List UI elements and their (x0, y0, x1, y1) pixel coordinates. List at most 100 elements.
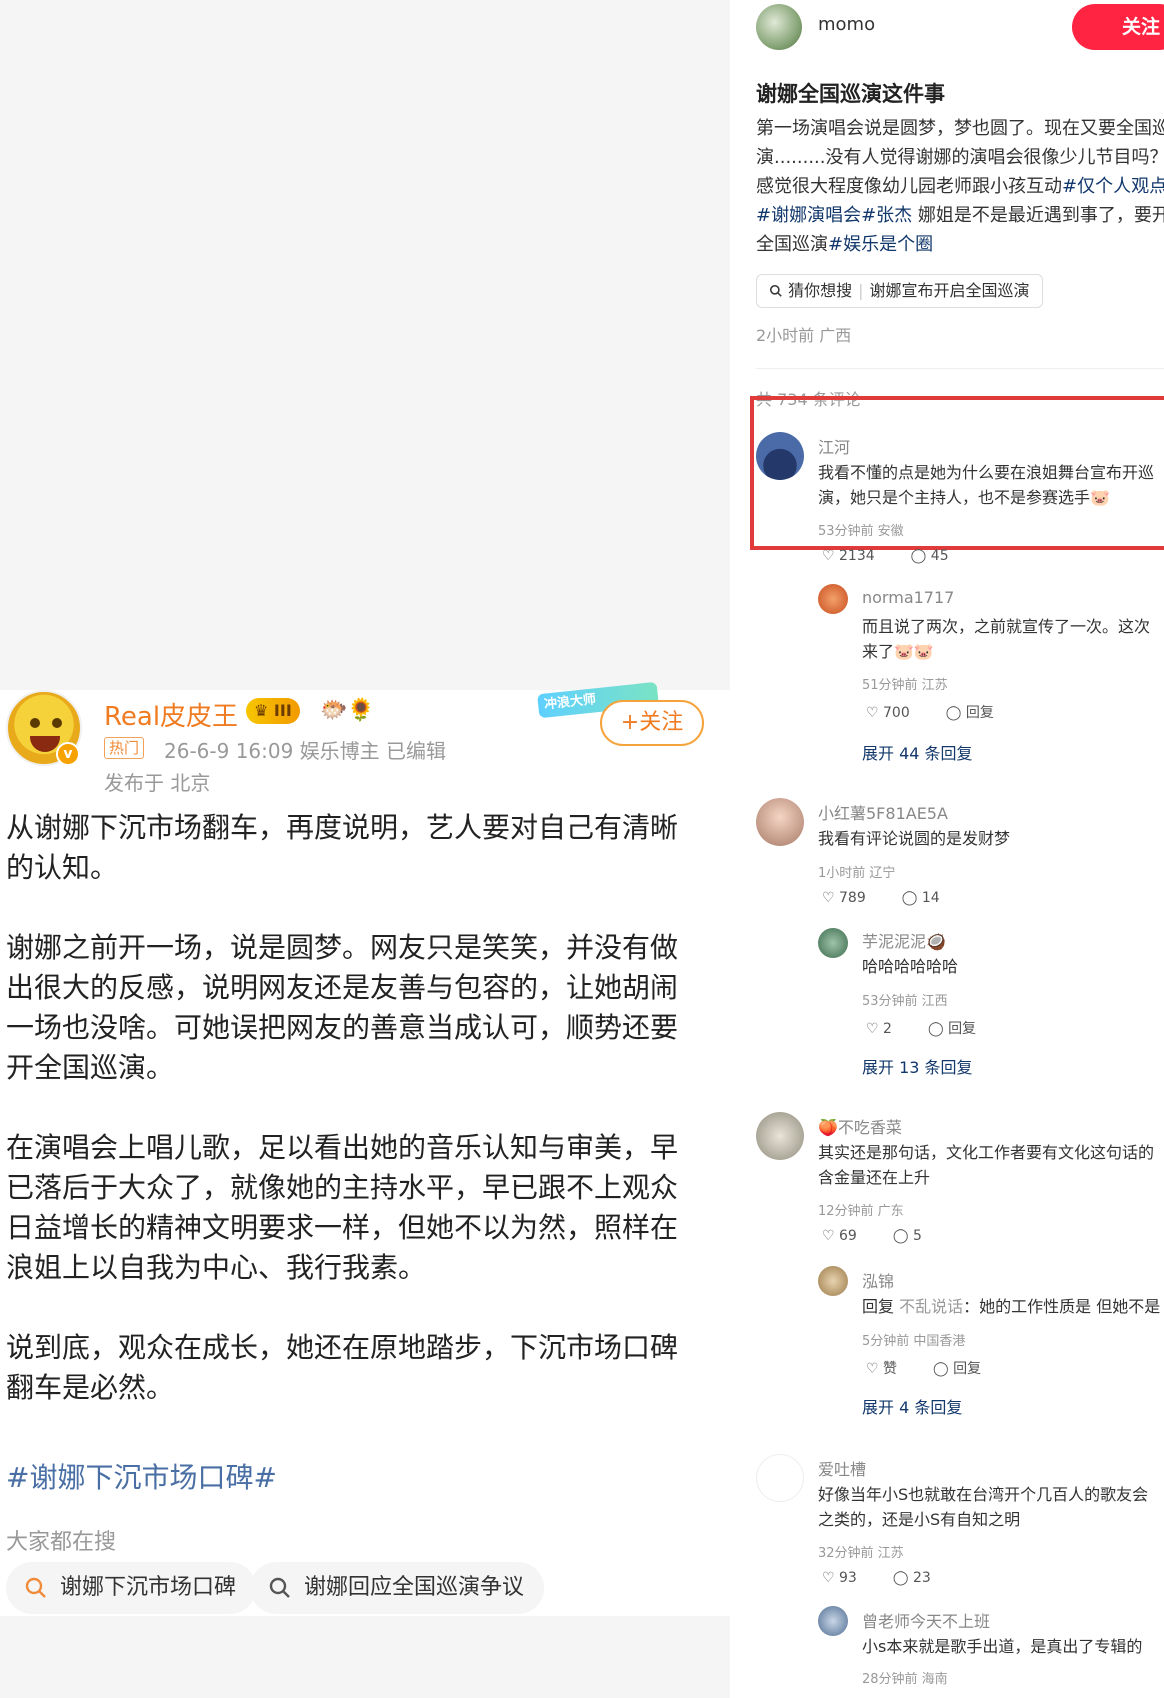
commenter-avatar[interactable] (818, 584, 848, 614)
hot-tag: 热门 (104, 737, 145, 759)
post-paragraph: 从谢娜下沉市场翻车，再度说明，艺人要对自己有清晰的认知。 (6, 811, 679, 884)
comment-text: 哈哈哈哈哈哈 (862, 957, 959, 976)
reply-count: 回复 (948, 1021, 977, 1037)
comment-meta: 51分钟前 江苏 (862, 678, 948, 693)
search-icon (269, 1577, 290, 1598)
comment-actions: ♡ 2 ◯ 回复 (866, 1018, 1012, 1038)
hashtag-link[interactable]: #谢娜下沉市场口碑# (6, 1456, 277, 1496)
like-count: 2134 (839, 548, 875, 564)
xhs-panel: momo 关注 谢娜全国巡演这件事 第一场演唱会说是圆梦，梦也圆了。现在又要全国… (730, 0, 1164, 1698)
commenter-avatar[interactable] (756, 798, 804, 846)
reply-button[interactable]: ◯ 回复 (933, 1361, 999, 1377)
trending-search-title: 大家都在搜 (6, 1530, 117, 1555)
commenter-name[interactable]: 曾老师今天不上班 (862, 1608, 990, 1632)
comment-meta: 5分钟前 中国香港 (862, 1334, 966, 1349)
note-hashtag[interactable]: #谢娜演唱会 (756, 205, 861, 226)
comment-actions: ♡ 93 ◯ 23 (822, 1570, 967, 1586)
commenter-name[interactable]: 🍑不吃香菜 (818, 1114, 902, 1138)
weibo-username[interactable]: Real皮皮王 (104, 696, 238, 733)
highlight-box (750, 396, 1164, 550)
like-button[interactable]: ♡ 789 (822, 890, 884, 906)
post-time-location: 2小时前 广西 (756, 326, 852, 345)
post-paragraph: 谢娜之前开一场，说是圆梦。网友只是笑笑，并没有做出很大的反感，说明网友还是友善与… (6, 931, 679, 1084)
note-content: 第一场演唱会说是圆梦，梦也圆了。现在又要全国巡演.........没有人觉得谢娜… (756, 114, 1164, 259)
expand-replies-link[interactable]: 展开 13 条回复 (862, 1054, 973, 1078)
like-button[interactable]: ♡ 69 (822, 1228, 875, 1244)
comment-actions: ♡ 69 ◯ 5 (822, 1228, 958, 1244)
avatar-eye (52, 718, 62, 728)
expand-replies-link[interactable]: 展开 4 条回复 (862, 1394, 962, 1418)
note-hashtag[interactable]: #仅个人观点 (1062, 176, 1164, 197)
guess-query: 谢娜宣布开启全国巡演 (869, 281, 1030, 300)
search-chip-label: 谢娜回应全国巡演争议 (304, 1575, 525, 1600)
note-hashtag[interactable]: #娱乐是个圈 (828, 234, 933, 255)
comment-text: 好像当年小S也就敢在台湾开个几百人的歌友会之类的，还是小S有自知之明 (818, 1485, 1149, 1529)
like-button[interactable]: ♡ 2134 (822, 548, 893, 564)
like-count: 2 (883, 1021, 892, 1037)
comment-text: 小s本来就是歌手出道，是真出了专辑的 (862, 1637, 1143, 1656)
comment-meta: 28分钟前 海南 (862, 1672, 948, 1687)
search-icon (769, 284, 782, 297)
like-count: 700 (883, 705, 910, 721)
commenter-avatar[interactable] (818, 1606, 848, 1636)
reply-count: 回复 (965, 705, 994, 721)
comment-actions: ♡ 2134 ◯ 45 (822, 548, 985, 564)
comment-text: 回复 不乱说话：她的工作性质是 但她不是 (862, 1294, 1162, 1319)
search-chip[interactable]: 谢娜下沉市场口碑 (6, 1562, 257, 1614)
search-chip-label: 谢娜下沉市场口碑 (60, 1575, 237, 1600)
like-count: 789 (839, 890, 866, 906)
comment-actions: ♡ 789 ◯ 14 (822, 890, 976, 906)
commenter-name[interactable]: norma1717 (862, 588, 954, 607)
commenter-name[interactable]: 爱吐槽 (818, 1456, 866, 1480)
commenter-name[interactable]: 芋泥泥泥🥥 (862, 928, 946, 952)
reply-count: 14 (921, 890, 940, 906)
hot-search-icon (25, 1577, 46, 1598)
reply-button[interactable]: ◯ 回复 (928, 1021, 994, 1037)
reply-count: 回复 (953, 1361, 982, 1377)
like-button[interactable]: ♡ 700 (866, 705, 928, 721)
expand-replies-link[interactable]: 展开 44 条回复 (862, 740, 973, 764)
commenter-avatar[interactable] (818, 928, 848, 958)
comment-actions: ♡ 700 ◯ 回复 (866, 702, 1030, 722)
reply-button[interactable]: ◯ 5 (893, 1228, 940, 1244)
reply-count: 45 (930, 548, 949, 564)
comment-text: 而且说了两次，之前就宣传了一次。这次来了🐷🐷 (862, 617, 1151, 661)
avatar[interactable] (756, 4, 802, 50)
reply-prefix: 回复 (862, 1297, 900, 1316)
post-body: 从谢娜下沉市场翻车，再度说明，艺人要对自己有清晰的认知。 谢娜之前开一场，说是圆… (6, 808, 696, 1448)
comment-text: 其实还是那句话，文化工作者要有文化这句话的含金量还在上升 (818, 1143, 1155, 1187)
comment-meta: 12分钟前 广东 (818, 1204, 904, 1219)
author-name[interactable]: momo (818, 14, 875, 35)
commenter-avatar[interactable] (818, 1266, 848, 1296)
commenter-avatar[interactable] (756, 1112, 804, 1160)
like-button[interactable]: ♡ 93 (822, 1570, 875, 1586)
post-paragraph: 在演唱会上唱儿歌，足以看出她的音乐认知与审美，早已落后于大众了，就像她的主持水平… (6, 1131, 679, 1284)
like-button[interactable]: ♡ 赞 (866, 1361, 915, 1377)
commenter-avatar[interactable] (756, 1454, 804, 1502)
comment-actions: ♡ 赞 ◯ 回复 (866, 1358, 1017, 1378)
comment-meta: 53分钟前 江西 (862, 994, 948, 1009)
fan-badges: 🐡🌻 (320, 698, 375, 723)
divider (756, 368, 1164, 369)
reply-button[interactable]: ◯ 14 (902, 890, 958, 906)
note-hashtag[interactable]: #张杰 (861, 205, 912, 226)
reply-button[interactable]: ◯ 回复 (946, 705, 1012, 721)
reply-to-user[interactable]: 不乱说话 (899, 1297, 963, 1316)
reply-button[interactable]: ◯ 45 (911, 548, 967, 564)
reply-body: ：她的工作性质是 但她不是 (963, 1297, 1161, 1316)
level-badge: ♛ III (246, 698, 300, 724)
commenter-name[interactable]: 泓锦 (862, 1268, 894, 1292)
reply-button[interactable]: ◯ 23 (893, 1570, 949, 1586)
note-title: 谢娜全国巡演这件事 (756, 82, 945, 106)
guess-search-chip[interactable]: 猜你想搜 | 谢娜宣布开启全国巡演 (756, 274, 1043, 308)
like-button[interactable]: ♡ 2 (866, 1021, 910, 1037)
commenter-name[interactable]: 小红薯5F81AE5A (818, 800, 948, 824)
follow-button[interactable]: 关注 (1072, 4, 1164, 50)
post-location: 发布于 北京 (104, 771, 211, 795)
weibo-panel: v Real皮皮王 ♛ III 🐡🌻 冲浪大师 +关注 热门 26-6-9 16… (0, 0, 730, 1698)
search-chip[interactable]: 谢娜回应全国巡演争议 (250, 1562, 545, 1614)
like-count: 赞 (883, 1361, 898, 1377)
verified-badge: v (56, 742, 80, 766)
guess-separator: | (858, 281, 864, 300)
follow-button[interactable]: +关注 (600, 700, 704, 746)
